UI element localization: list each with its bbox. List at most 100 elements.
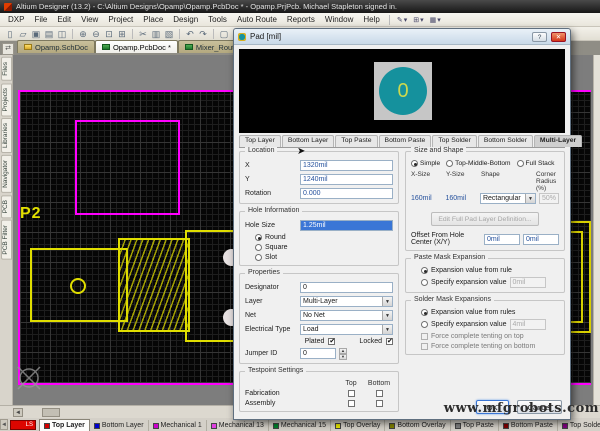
pad-tab-top-solder[interactable]: Top Solder [432,135,477,147]
sidebar-tab-pcb-filter[interactable]: PCB Filter [1,220,12,260]
pad-tab-multi-layer[interactable]: Multi-Layer [533,135,583,147]
menu-design[interactable]: Design [168,14,203,25]
designator-label-p2[interactable]: P2 [20,205,42,223]
offset-label: Offset From Hole Center (X/Y) [411,232,465,246]
pad-tab-top-paste[interactable]: Top Paste [335,135,378,147]
hole-round-radio[interactable] [255,234,262,241]
chevron-down-icon[interactable]: ▼ [524,194,535,203]
keepout-rectangle[interactable] [75,120,180,215]
menu-reports[interactable]: Reports [282,14,320,25]
simple-radio[interactable] [411,160,418,167]
electrical-type-dropdown[interactable]: Load ▼ [300,324,393,335]
scrollbar-thumb[interactable] [42,408,60,417]
layer-tab-bottom-layer[interactable]: Bottom Layer [90,419,149,431]
panel-dock-icon[interactable]: ⇄ [2,43,14,55]
menu-dxp[interactable]: DXP [3,14,29,25]
layer-tab-top-paste[interactable]: Top Paste [451,419,499,431]
chevron-down-icon: ▾ [403,17,408,24]
menu-tools[interactable]: Tools [203,14,232,25]
assembly-top-checkbox[interactable] [347,400,355,407]
offset-x-input[interactable]: 0mil [484,233,520,245]
pcb-board-icon [101,44,110,50]
pad-tab-bottom-solder[interactable]: Bottom Solder [477,135,533,147]
y-input[interactable]: 1240mil [300,174,393,185]
chevron-down-icon[interactable]: ▼ [382,311,392,320]
assembly-bottom-checkbox[interactable] [375,400,383,407]
spin-down-icon[interactable]: ▼ [339,354,347,360]
net-dropdown[interactable]: No Net ▼ [300,310,393,321]
current-layer-indicator[interactable]: LS [9,419,36,430]
new-file-icon[interactable]: ▯ [4,28,16,40]
layer-tab-bottom-overlay[interactable]: Bottom Overlay [385,419,451,431]
menu-auto-route[interactable]: Auto Route [232,14,282,25]
vertical-scrollbar[interactable] [593,55,600,405]
layer-tab-bottom-paste[interactable]: Bottom Paste [499,419,558,431]
chevron-down-icon[interactable]: ▼ [382,297,392,306]
title-bar: Altium Designer (13.2) - C:\Altium Desig… [0,0,600,13]
hole-square-radio[interactable] [255,244,262,251]
sidebar-tab-pcb[interactable]: PCB [1,194,12,219]
menu-file[interactable]: File [29,14,52,25]
chevron-down-icon[interactable]: ▼ [382,325,392,334]
fabrication-bottom-checkbox[interactable] [375,390,383,397]
menu-help[interactable]: Help [358,14,384,25]
xsize-value[interactable]: 160mil [411,195,442,202]
layers-dropdown-icon[interactable]: ▦ ▾ [427,16,444,24]
solder-specify-radio[interactable] [421,321,428,328]
locked-checkbox[interactable] [386,338,393,345]
doc-tab-opamp-pcbdoc-[interactable]: Opamp.PcbDoc * [94,40,178,53]
sidebar-tab-files[interactable]: Files [1,57,12,81]
menu-window[interactable]: Window [320,14,358,25]
dialog-help-icon[interactable]: ? [532,31,547,42]
full-stack-radio[interactable] [516,160,524,167]
menu-place[interactable]: Place [138,14,168,25]
paste-from-rule-radio[interactable] [421,267,428,274]
sidebar-tab-navigator[interactable]: Navigator [1,155,12,193]
tenting-top-checkbox[interactable] [421,333,428,340]
layer-tab-top-layer[interactable]: Top Layer [38,419,90,431]
layer-tab-mechanical-1[interactable]: Mechanical 1 [149,419,207,431]
jumper-id-input[interactable]: 0 [300,348,336,359]
x-input[interactable]: 1320mil [300,160,393,171]
menu-project[interactable]: Project [103,14,138,25]
rotation-input[interactable]: 0.000 [300,188,393,199]
solder-from-rules-radio[interactable] [421,309,428,316]
menu-view[interactable]: View [76,14,103,25]
designator-input[interactable]: 0 [300,282,393,293]
dialog-title-bar[interactable]: Pad [mil] ? ✕ [234,29,570,45]
window-title: Altium Designer (13.2) - C:\Altium Desig… [16,2,397,11]
layer-tab-top-solder[interactable]: Top Solder [558,420,600,431]
pad-tab-bottom-layer[interactable]: Bottom Layer [281,135,335,147]
layer-tab-mechanical-13[interactable]: Mechanical 13 [207,419,269,431]
hole-slot-radio[interactable] [255,254,262,261]
layer-dropdown[interactable]: Multi-Layer ▼ [300,296,393,307]
scroll-left-icon[interactable]: ◄ [13,408,23,417]
paste-specify-radio[interactable] [421,279,428,286]
mounting-hole[interactable] [70,278,86,294]
plated-checkbox[interactable] [328,338,336,345]
doc-tab-opamp-schdoc[interactable]: Opamp.SchDoc [17,40,95,53]
dialog-close-icon[interactable]: ✕ [551,31,566,42]
top-middle-bottom-radio[interactable] [446,160,454,167]
tenting-bottom-checkbox[interactable] [421,343,428,350]
hole-group-title: Hole Information [245,207,303,214]
hole-size-input[interactable]: 1.25mil [300,220,393,231]
sidebar-tab-projects[interactable]: Projects [1,82,12,117]
pad-tab-bottom-paste[interactable]: Bottom Paste [378,135,432,147]
jumper-id-stepper[interactable]: ▲ ▼ [339,348,347,360]
hatched-component-region[interactable] [118,238,190,332]
pad-tab-top-layer[interactable]: Top Layer [239,135,281,147]
component-outline-1[interactable] [30,248,128,322]
shape-dropdown[interactable]: Rectangular ▼ [479,193,536,204]
menu-edit[interactable]: Edit [52,14,76,25]
offset-y-input[interactable]: 0mil [523,233,559,245]
layer-color-swatch [454,422,461,429]
sidebar-tab-libraries[interactable]: Libraries [1,118,12,154]
grids-dropdown-icon[interactable]: ⊞ ▾ [410,16,426,24]
layer-tab-top-overlay[interactable]: Top Overlay [331,419,386,431]
layer-nav-left-icon[interactable]: ◄ [0,419,8,430]
snippets-dropdown-icon[interactable]: ✎ ▾ [394,16,410,24]
fabrication-top-checkbox[interactable] [347,390,355,397]
layer-tab-mechanical-15[interactable]: Mechanical 15 [269,419,332,431]
ysize-value[interactable]: 160mil [445,195,476,202]
